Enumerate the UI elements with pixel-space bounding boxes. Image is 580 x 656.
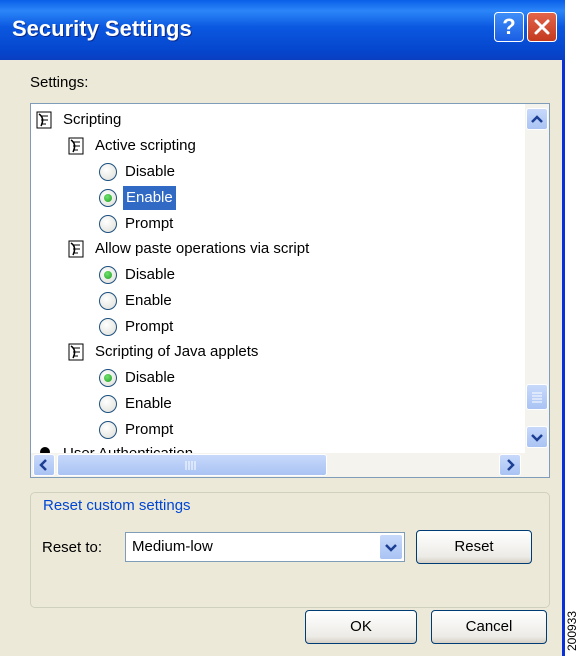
scripting-icon: [68, 240, 84, 258]
chevron-right-icon: [507, 459, 515, 471]
figure-id: 200933: [565, 610, 580, 656]
radio-label: Enable: [125, 292, 172, 309]
chevron-left-icon: [39, 459, 47, 471]
radio-button[interactable]: [99, 215, 117, 233]
scripting-icon: [36, 111, 52, 129]
radio-label: Disable: [125, 266, 176, 283]
radio-button[interactable]: [99, 318, 117, 336]
radio-button[interactable]: [99, 421, 117, 439]
tree-item-label: Scripting: [63, 111, 122, 128]
cancel-button[interactable]: Cancel: [431, 610, 547, 644]
radio-button-selected[interactable]: [99, 369, 117, 387]
radio-label: Prompt: [125, 215, 174, 232]
horizontal-scrollbar[interactable]: [31, 453, 549, 477]
dropdown-selected-value: Medium-low: [132, 538, 213, 555]
ok-button[interactable]: OK: [305, 610, 417, 644]
scripting-icon: [68, 343, 84, 361]
radio-label: Prompt: [125, 421, 174, 438]
scroll-left-button[interactable]: [33, 454, 55, 476]
grip-icon: [532, 392, 542, 403]
settings-label: Settings:: [30, 74, 89, 91]
reset-button[interactable]: Reset: [416, 530, 532, 564]
radio-label: Disable: [125, 163, 176, 180]
grip-icon: [185, 461, 196, 470]
radio-button[interactable]: [99, 395, 117, 413]
scripting-icon: [68, 137, 84, 155]
radio-button[interactable]: [99, 163, 117, 181]
chevron-up-icon: [531, 115, 543, 123]
settings-tree[interactable]: Scripting Active scripting Disable Enabl…: [30, 103, 550, 478]
help-button[interactable]: ?: [494, 12, 524, 42]
window-title: Security Settings: [12, 16, 192, 41]
scroll-down-button[interactable]: [526, 426, 548, 448]
horizontal-scroll-thumb[interactable]: [57, 454, 327, 476]
tree-item-label: Active scripting: [95, 137, 196, 154]
security-settings-dialog: Security Settings ? Settings: Scripting …: [0, 0, 565, 656]
scroll-up-button[interactable]: [526, 108, 548, 130]
radio-label: Disable: [125, 369, 176, 386]
title-bar[interactable]: Security Settings ?: [0, 0, 565, 60]
radio-button[interactable]: [99, 292, 117, 310]
radio-button-selected[interactable]: [99, 266, 117, 284]
close-icon: [534, 19, 550, 35]
radio-label: Enable: [125, 395, 172, 412]
scroll-thumb[interactable]: [526, 384, 548, 410]
scroll-right-button[interactable]: [499, 454, 521, 476]
figure-id-text: 200933: [565, 610, 580, 652]
reset-group-legend: Reset custom settings: [40, 497, 194, 514]
vertical-scrollbar[interactable]: [525, 104, 549, 453]
reset-level-dropdown[interactable]: Medium-low: [125, 532, 405, 562]
reset-to-label: Reset to:: [42, 539, 103, 556]
radio-button-selected[interactable]: [99, 189, 117, 207]
tree-item-label: Scripting of Java applets: [95, 343, 259, 360]
radio-label-selected: Enable: [123, 186, 176, 210]
close-button[interactable]: [527, 12, 557, 42]
chevron-down-icon: [531, 434, 543, 442]
tree-item-label: Allow paste operations via script: [95, 240, 310, 257]
chevron-down-icon: [385, 544, 397, 552]
dropdown-button[interactable]: [379, 534, 403, 560]
radio-label: Prompt: [125, 318, 174, 335]
